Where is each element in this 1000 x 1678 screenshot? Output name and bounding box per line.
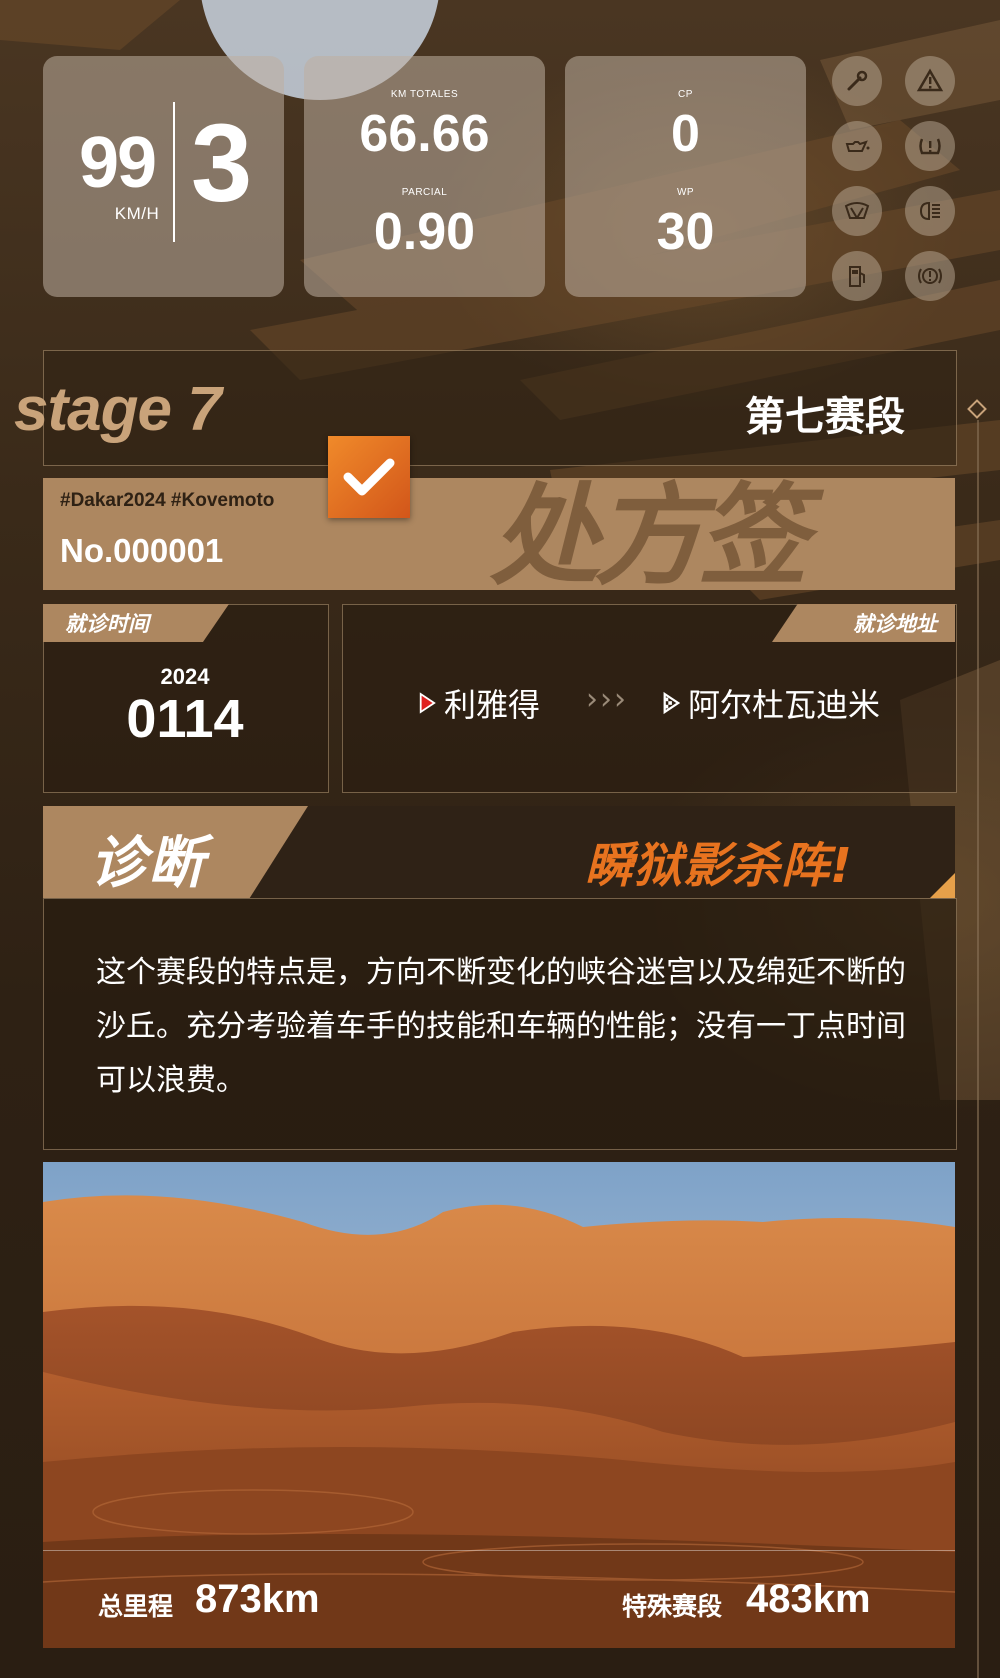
visit-location-label: 就诊地址 (853, 612, 937, 636)
parcial-value: 0.90 (373, 203, 476, 261)
speed-value: 99 (79, 123, 157, 203)
wp-label: WP (676, 187, 695, 198)
hashtags: #Dakar2024 #Kovemoto (60, 490, 275, 511)
diagnosis-label: 诊断 (90, 831, 206, 896)
visit-location-tab: 就诊地址 (772, 604, 955, 642)
route-origin-label: 利雅得 (444, 686, 541, 724)
prescription-watermark: 处方签 (490, 472, 808, 600)
stage-title: stage 7 (14, 375, 222, 444)
wiper-icon (832, 186, 882, 236)
parcial-label: PARCIAL (401, 187, 448, 198)
gear-value: 3 (191, 102, 253, 225)
route-arrows: ››› (586, 682, 628, 717)
visit-date: 0114 (126, 689, 244, 749)
route-destination-label: 阿尔杜瓦迪米 (688, 686, 881, 724)
distance-panel: KM TOTALES 66.66 PARCIAL 0.90 (304, 56, 545, 297)
brake-warning-icon (905, 251, 955, 301)
fuel-pump-icon (832, 251, 882, 301)
warning-triangle-icon (905, 56, 955, 106)
tire-pressure-icon (905, 121, 955, 171)
total-distance-value: 873km (195, 1577, 320, 1621)
gauge-divider (173, 102, 175, 242)
checkpoint-panel: CP 0 WP 30 (565, 56, 806, 297)
visit-year: 2024 (160, 664, 210, 689)
cp-label: CP (678, 89, 693, 100)
special-stage-label: 特殊赛段 (622, 1592, 723, 1621)
total-distance-label: 总里程 (98, 1592, 174, 1621)
diagnosis-slogan: 瞬狱影杀阵! (585, 838, 853, 894)
stats-divider (43, 1550, 955, 1551)
desert-photo (43, 1162, 955, 1648)
wrench-icon (832, 56, 882, 106)
speed-gear-panel: 99 KM/H 3 (43, 56, 284, 297)
km-totales-value: 66.66 (359, 105, 490, 163)
oil-can-icon (832, 121, 882, 171)
start-flag-icon (419, 692, 436, 714)
wp-value: 30 (656, 203, 715, 261)
stage-title-cn: 第七赛段 (745, 394, 905, 440)
route-destination: 阿尔杜瓦迪米 (662, 680, 880, 726)
speed-unit: KM/H (114, 204, 160, 223)
visit-time-tab: 就诊时间 (43, 604, 229, 642)
headlight-icon (905, 186, 955, 236)
finish-flag-icon (663, 691, 680, 715)
route-origin: 利雅得 (418, 680, 540, 726)
km-totales-label: KM TOTALES (390, 89, 459, 100)
checkmark-icon (328, 436, 410, 518)
cp-value: 0 (671, 105, 700, 163)
diagnosis-description: 这个赛段的特点是，方向不断变化的峡谷迷宫以及绵延不断的沙丘。充分考验着车手的技能… (96, 955, 906, 1098)
prescription-number: No.000001 (60, 532, 224, 569)
visit-time-label: 就诊时间 (65, 612, 149, 636)
special-stage-value: 483km (746, 1577, 871, 1621)
